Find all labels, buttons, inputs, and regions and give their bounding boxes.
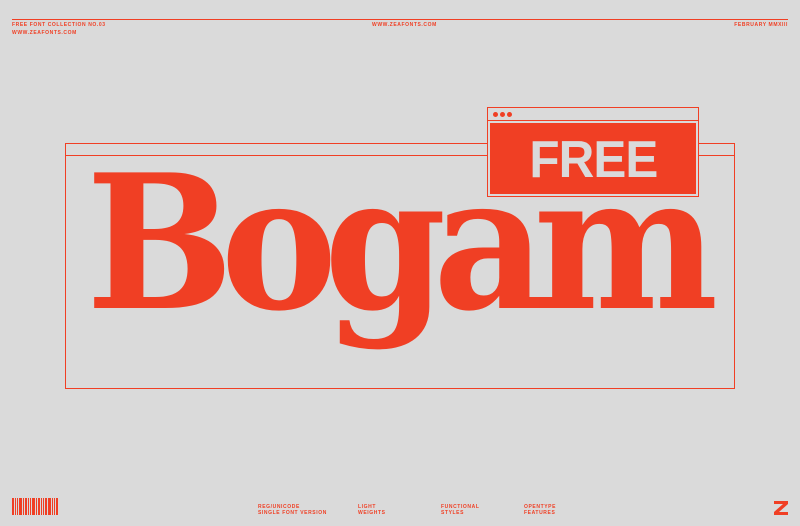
footer-col4-line2: FEATURES bbox=[524, 510, 556, 516]
free-badge: FREE bbox=[490, 123, 696, 194]
free-label: FREE bbox=[529, 130, 658, 189]
window-dot-icon bbox=[507, 112, 512, 117]
footer-col2-line2: WEIGHTS bbox=[358, 510, 386, 516]
zea-logo-icon bbox=[774, 501, 788, 515]
header-right: FEBRUARY MMXIII bbox=[734, 22, 788, 28]
footer-col3-line2: STYLES bbox=[441, 510, 465, 516]
header-left-line2: WWW.ZEAFONTS.COM bbox=[12, 30, 77, 36]
header-center: WWW.ZEAFONTS.COM bbox=[372, 22, 437, 28]
window-dot-icon bbox=[493, 112, 498, 117]
barcode-icon bbox=[12, 498, 60, 515]
top-rule bbox=[12, 19, 788, 20]
free-badge-window: FREE bbox=[487, 107, 699, 197]
window-dot-icon bbox=[500, 112, 505, 117]
header-left-line1: FREE FONT COLLECTION NO.03 bbox=[12, 22, 106, 28]
window-titlebar bbox=[488, 108, 698, 121]
footer-col1-line2: SINGLE FONT VERSION bbox=[258, 510, 327, 516]
